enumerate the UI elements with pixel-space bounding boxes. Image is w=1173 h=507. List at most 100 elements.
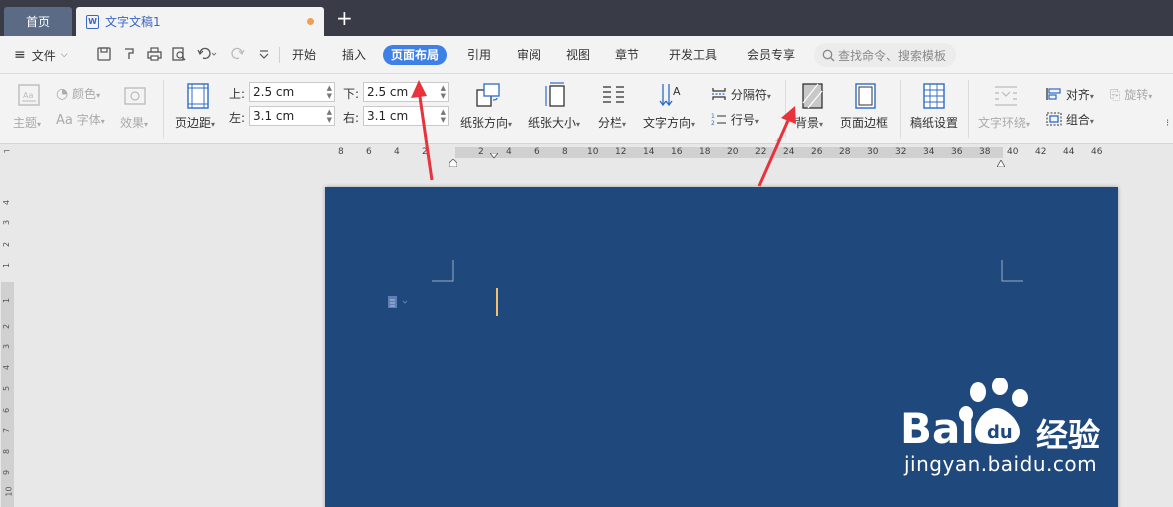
tab-developer[interactable]: 开发工具 <box>661 45 725 65</box>
ruler-number: 2 <box>478 147 484 157</box>
undo-icon[interactable] <box>196 47 218 63</box>
new-tab-button[interactable]: + <box>336 8 353 28</box>
right-indent-marker-icon[interactable] <box>996 152 1006 168</box>
background-icon[interactable] <box>800 83 826 109</box>
ruler-number: 20 <box>727 147 739 157</box>
save-icon[interactable] <box>96 47 112 63</box>
fonts-button[interactable]: Aa 字体▾ <box>56 111 105 128</box>
ruler-number: 34 <box>923 147 935 157</box>
tab-document[interactable]: W 文字文稿1 <box>76 7 324 36</box>
text-direction-icon[interactable]: A <box>659 82 685 108</box>
line-numbers-button[interactable]: 12 行号▾ <box>711 111 759 128</box>
page-border-icon[interactable] <box>853 83 879 109</box>
margin-corner-marker <box>1001 260 1023 282</box>
breaks-button[interactable]: 分隔符▾ <box>711 86 771 103</box>
ruler-number: 22 <box>755 147 767 157</box>
orientation-label: 纸张方向 <box>460 116 509 130</box>
text-direction-button[interactable]: 文字方向▾ <box>643 114 695 131</box>
ruler-number: 6 <box>534 147 540 157</box>
theme-icon[interactable]: Aa <box>17 83 43 109</box>
paper-size-icon[interactable] <box>544 82 570 108</box>
margin-top-input[interactable]: 2.5 cm ▲ ▼ <box>249 82 335 102</box>
orientation-button[interactable]: 纸张方向▾ <box>460 114 512 131</box>
tab-start[interactable]: 开始 <box>284 45 324 65</box>
text-wrap-label: 文字环绕 <box>978 116 1027 130</box>
command-search-input[interactable]: 查找命令、搜索模板 <box>814 43 956 67</box>
tab-chapter[interactable]: 章节 <box>607 45 647 65</box>
dialog-launcher-icon[interactable]: ⌟ <box>775 134 778 142</box>
ribbon-separator <box>968 80 969 138</box>
spinner-icon[interactable]: ▲ ▼ <box>327 108 332 124</box>
margin-left-value: 3.1 cm <box>253 109 295 123</box>
format-painter-icon[interactable] <box>121 47 137 63</box>
text-wrap-button[interactable]: 文字环绕▾ <box>978 114 1030 131</box>
group-button[interactable]: 组合▾ <box>1046 111 1094 128</box>
margin-bottom-value: 2.5 cm <box>367 85 409 99</box>
spinner-icon[interactable]: ▲ ▼ <box>327 84 332 100</box>
align-button[interactable]: 对齐▾ <box>1046 86 1094 103</box>
tab-member[interactable]: 会员专享 <box>739 45 803 65</box>
vertical-ruler-number: 5 <box>2 385 12 392</box>
paragraph-handle-icon[interactable] <box>387 294 411 313</box>
margin-bottom-input[interactable]: 2.5 cm ▲ ▼ <box>363 82 449 102</box>
margin-corner-marker <box>432 260 454 282</box>
print-icon[interactable] <box>146 47 162 63</box>
paper-size-button[interactable]: 纸张大小▾ <box>528 114 580 131</box>
columns-icon[interactable] <box>601 83 627 109</box>
ruler-number: 12 <box>615 147 627 157</box>
orientation-icon[interactable] <box>475 82 501 108</box>
first-line-indent-marker-icon[interactable] <box>489 144 499 159</box>
group-icon <box>1046 112 1062 126</box>
colors-button[interactable]: ◔ 颜色▾ <box>56 85 100 102</box>
file-menu-button[interactable]: ≡ 文件 ⌵ <box>14 36 68 74</box>
tab-home[interactable]: 首页 <box>4 7 72 36</box>
margin-left-input[interactable]: 3.1 cm ▲ ▼ <box>249 106 335 126</box>
ribbon-separator <box>163 80 164 138</box>
tab-stop-icon[interactable]: ⌐ <box>3 147 11 157</box>
margins-label: 页边距 <box>175 116 212 130</box>
manuscript-button[interactable]: 稿纸设置 <box>910 114 958 131</box>
horizontal-ruler[interactable]: ⌐ 8 6 4 2 2 4 6 8 10 12 14 16 18 20 22 24 26 28 30 32 34 36 38… <box>0 144 1173 168</box>
text-wrap-icon[interactable] <box>993 83 1019 109</box>
ruler-number: 8 <box>562 147 568 157</box>
effects-button[interactable]: 效果▾ <box>120 114 148 131</box>
vertical-ruler-number: 1 <box>2 297 12 304</box>
margins-button[interactable]: 页边距▾ <box>175 114 215 131</box>
ribbon-separator <box>785 80 786 138</box>
margin-right-label: 右: <box>343 111 360 125</box>
tab-page-layout[interactable]: 页面布局 <box>383 45 448 65</box>
spinner-icon[interactable]: ▲ ▼ <box>441 108 446 124</box>
menu-bar: ≡ 文件 ⌵ 开始 插入 页面布局 引用 审阅 视图 章节 开发工具 会员专享 … <box>0 36 1173 74</box>
margins-icon[interactable] <box>185 83 211 109</box>
fonts-label: 字体 <box>76 113 101 127</box>
file-menu-label: 文件 <box>31 48 56 63</box>
vertical-ruler-number: 4 <box>2 199 12 206</box>
vertical-ruler[interactable]: 4 3 2 1 1 2 3 4 5 6 7 8 9 10 <box>0 160 15 507</box>
ruler-number: 4 <box>506 147 512 157</box>
vertical-ruler-number: 9 <box>2 469 12 476</box>
ruler-number: 2 <box>422 147 428 157</box>
left-indent-marker-icon[interactable] <box>448 152 458 168</box>
background-button[interactable]: 背景▾ <box>795 114 823 131</box>
tab-review[interactable]: 审阅 <box>509 45 549 65</box>
spinner-icon[interactable]: ▲ ▼ <box>441 84 446 100</box>
rotate-label: 旋转 <box>1124 88 1149 102</box>
print-preview-icon[interactable] <box>171 47 187 63</box>
margin-right-input[interactable]: 3.1 cm ▲ ▼ <box>363 106 449 126</box>
columns-button[interactable]: 分栏▾ <box>598 114 626 131</box>
customize-quick-access-icon[interactable] <box>256 47 272 63</box>
theme-button[interactable]: 主题▾ <box>13 114 41 131</box>
vertical-ruler-number: 8 <box>2 448 12 455</box>
manuscript-grid-icon[interactable] <box>921 83 947 109</box>
page-break-icon <box>712 88 726 100</box>
redo-icon[interactable] <box>230 47 246 63</box>
tab-view[interactable]: 视图 <box>558 45 598 65</box>
more-icon[interactable]: ⁝ <box>1166 118 1169 129</box>
word-doc-icon: W <box>86 14 99 29</box>
svg-text:1: 1 <box>711 113 715 120</box>
effects-icon[interactable] <box>123 85 147 107</box>
tab-references[interactable]: 引用 <box>459 45 499 65</box>
tab-insert[interactable]: 插入 <box>334 45 374 65</box>
page-border-button[interactable]: 页面边框 <box>840 114 888 131</box>
rotate-button[interactable]: ⎘ 旋转▾ <box>1110 86 1152 103</box>
